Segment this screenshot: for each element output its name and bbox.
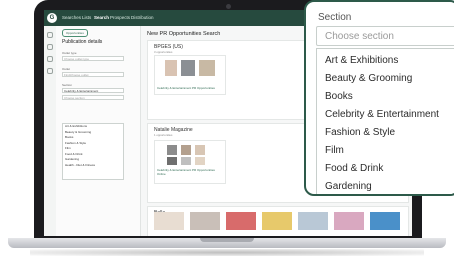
photo-tile: [167, 157, 177, 165]
magazine-cover: [262, 212, 292, 230]
result-thumbnail[interactable]: Celebrity & Entertainment PR Opportuniti…: [154, 55, 226, 95]
magazine-cover: [190, 212, 220, 230]
result-caption: Celebrity & Entertainment PR Opportuniti…: [157, 168, 215, 176]
laptop-notch: [200, 238, 254, 242]
result-card[interactable]: Bella 8 opportunities: [147, 206, 409, 236]
filter-icon[interactable]: [47, 44, 53, 50]
magazine-cover: [334, 212, 364, 230]
app-logo[interactable]: G: [47, 13, 57, 23]
nav-search[interactable]: Search: [94, 14, 109, 22]
section-option[interactable]: Gardening: [325, 177, 454, 194]
magazine-cover: [370, 212, 400, 230]
photo-tile: [181, 60, 195, 76]
outlet-input[interactable]: Find/choose outlet: [62, 72, 124, 77]
nav-distribution[interactable]: Distribution: [131, 14, 154, 22]
photo-tile: [181, 145, 191, 155]
laptop-base: [8, 238, 446, 248]
nav-lists[interactable]: Lists: [82, 14, 91, 22]
webcam-dot: [226, 4, 231, 9]
section-option[interactable]: Food & Drink: [325, 159, 454, 179]
search-icon[interactable]: [47, 32, 53, 38]
opportunities-chip[interactable]: Opportunities: [62, 29, 88, 37]
nav-prospects[interactable]: Prospects: [110, 14, 130, 22]
section-dropdown: Art & Exhibitions Beauty & Grooming Book…: [62, 123, 124, 180]
photo-tile: [181, 157, 191, 165]
section-option[interactable]: Celebrity & Entertainment: [325, 105, 454, 125]
magazine-cover: [298, 212, 328, 230]
photo-tile: [195, 157, 205, 165]
section-dropdown-zoom: Section Choose section Art & Exhibitions…: [304, 0, 454, 196]
section-option[interactable]: Beauty & Grooming: [325, 69, 454, 89]
section-label: Section: [318, 12, 352, 23]
section-selected[interactable]: Celebrity & Entertainment: [62, 88, 124, 93]
result-caption: Celebrity & Entertainment PR Opportuniti…: [157, 86, 215, 90]
photo-tile: [199, 60, 215, 76]
section-option[interactable]: Fashion & Style: [325, 123, 454, 143]
nav-searches[interactable]: Searches: [62, 14, 81, 22]
section-label: Section: [62, 83, 73, 87]
result-count: 3 opportunities: [154, 50, 173, 54]
panel-title: Publication details: [62, 39, 103, 45]
photo-tile: [195, 145, 205, 155]
result-count: 1 opportunities: [154, 133, 173, 137]
section-select[interactable]: Choose section: [316, 26, 454, 46]
magazine-cover: [154, 212, 184, 230]
outlet-type-label: Outlet type: [62, 51, 77, 55]
settings-icon[interactable]: [47, 68, 53, 74]
section-option[interactable]: Books: [325, 87, 454, 107]
section-option[interactable]: Art & Exhibitions: [325, 51, 454, 71]
laptop-shadow: [30, 249, 424, 256]
outlet-label: Outlet: [62, 67, 71, 71]
section-search[interactable]: Choose section: [62, 95, 124, 100]
list-icon[interactable]: [47, 56, 53, 62]
photo-tile: [165, 60, 177, 76]
dropdown-item[interactable]: Health - Diet & Fitness: [63, 163, 123, 169]
section-placeholder: Choose section: [325, 31, 394, 42]
magazine-cover: [226, 212, 256, 230]
page-title: New PR Opportunities Search: [147, 31, 221, 37]
outlet-type-input[interactable]: Choose outlet type: [62, 56, 124, 61]
photo-tile: [167, 145, 177, 155]
result-thumbnail[interactable]: Celebrity & Entertainment PR Opportuniti…: [154, 140, 226, 184]
section-options-list: Art & Exhibitions Beauty & Grooming Book…: [316, 48, 454, 194]
section-option[interactable]: Film: [325, 141, 454, 161]
filter-panel: Opportunities Publication details Outlet…: [56, 26, 141, 236]
